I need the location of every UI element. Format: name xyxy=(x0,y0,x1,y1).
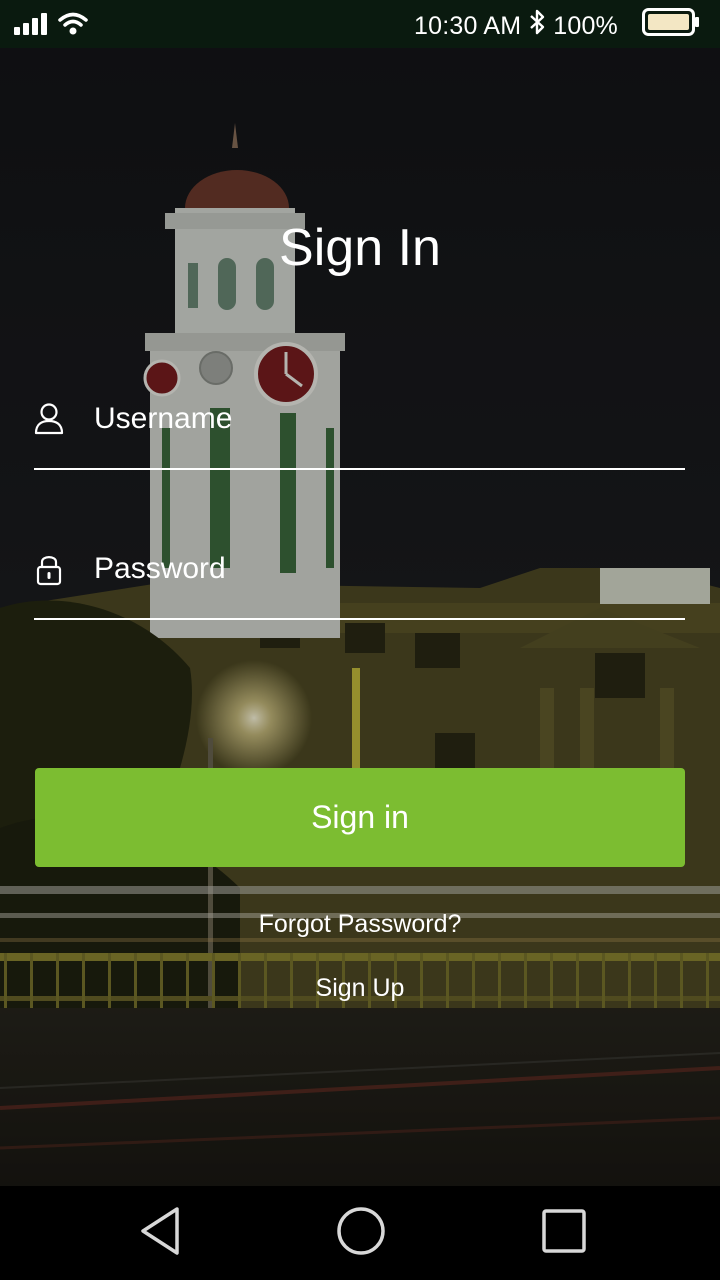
recents-button[interactable] xyxy=(534,1206,594,1260)
battery-icon xyxy=(642,8,700,44)
signal-icon xyxy=(14,13,48,40)
sign-up-link[interactable]: Sign Up xyxy=(0,974,720,1003)
back-icon xyxy=(137,1205,183,1262)
home-icon xyxy=(335,1205,387,1262)
password-field[interactable] xyxy=(34,548,685,620)
back-button[interactable] xyxy=(130,1206,190,1260)
navigation-bar xyxy=(0,1186,720,1280)
username-field[interactable] xyxy=(34,398,685,470)
status-time: 10:30 AM xyxy=(414,12,522,40)
user-icon xyxy=(34,402,64,436)
lock-icon xyxy=(34,552,64,586)
status-bar: 10:30 AM 100% xyxy=(0,0,720,48)
home-button[interactable] xyxy=(331,1206,391,1260)
battery-percent: 100% xyxy=(553,12,618,40)
sign-in-button[interactable]: Sign in xyxy=(35,768,685,867)
recents-icon xyxy=(540,1207,588,1260)
forgot-password-link[interactable]: Forgot Password? xyxy=(0,910,720,939)
password-input[interactable] xyxy=(94,548,674,590)
page-title: Sign In xyxy=(279,219,441,277)
bluetooth-icon xyxy=(529,9,545,43)
sign-in-screen: 10:30 AM 100% Sign In Username Sign in F… xyxy=(0,0,720,1280)
wifi-icon xyxy=(58,12,88,41)
username-input[interactable] xyxy=(94,398,674,440)
